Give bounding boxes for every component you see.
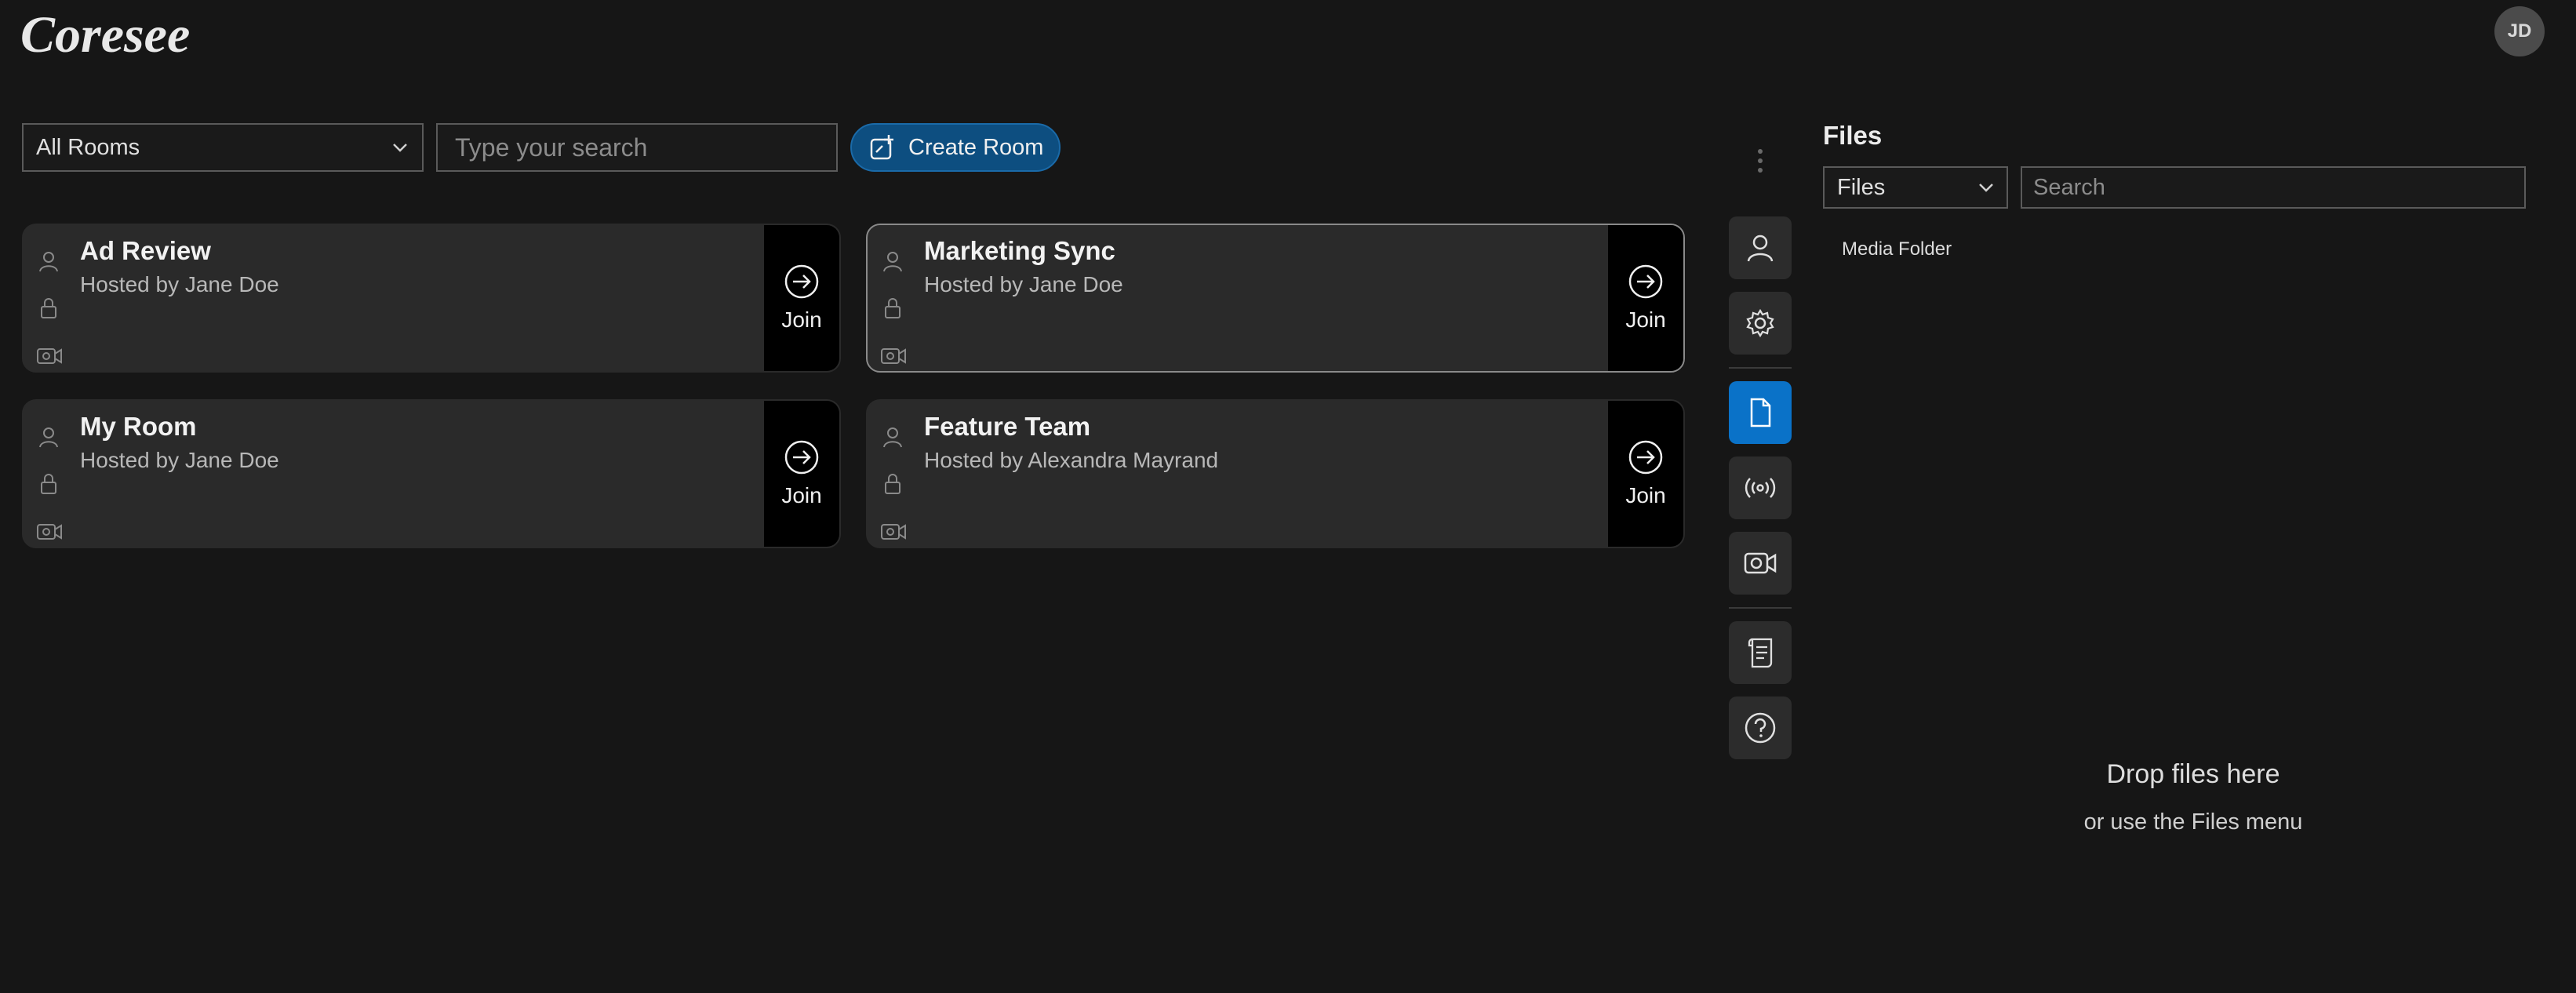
room-title: Marketing Sync bbox=[924, 236, 1115, 265]
files-panel-title: Files bbox=[1823, 121, 1883, 150]
camera-icon bbox=[36, 522, 63, 546]
join-button[interactable]: Join bbox=[1608, 225, 1683, 371]
more-options-icon[interactable] bbox=[1754, 147, 1766, 178]
room-host: Hosted by Jane Doe bbox=[80, 448, 279, 472]
rail-settings-button[interactable] bbox=[1729, 292, 1792, 355]
camera-icon bbox=[36, 346, 63, 370]
camera-icon bbox=[1744, 552, 1777, 574]
avatar[interactable]: JD bbox=[2494, 6, 2545, 56]
room-host: Hosted by Alexandra Mayrand bbox=[924, 448, 1219, 472]
chevron-down-icon bbox=[1979, 184, 1993, 192]
person-icon bbox=[36, 249, 61, 278]
files-filter-select[interactable]: Files bbox=[1823, 166, 2008, 209]
file-icon bbox=[1750, 398, 1771, 427]
user-icon bbox=[1747, 235, 1774, 262]
lock-icon bbox=[880, 471, 905, 500]
rail-scroll-button[interactable] bbox=[1729, 621, 1792, 684]
join-label: Join bbox=[781, 307, 822, 332]
scroll-icon bbox=[1748, 638, 1773, 668]
room-card[interactable]: My Room Hosted by Jane Doe Join bbox=[22, 399, 841, 548]
lock-icon bbox=[36, 296, 61, 325]
arrow-right-circle-icon bbox=[784, 264, 819, 299]
drop-zone-title: Drop files here bbox=[2106, 759, 2280, 789]
files-filter-value: Files bbox=[1837, 174, 1886, 200]
room-title: Feature Team bbox=[924, 412, 1091, 441]
join-label: Join bbox=[1625, 483, 1666, 507]
arrow-right-circle-icon bbox=[1628, 264, 1663, 299]
rooms-filter-value: All Rooms bbox=[36, 134, 140, 160]
room-card[interactable]: Feature Team Hosted by Alexandra Mayrand… bbox=[866, 399, 1685, 548]
chevron-down-icon bbox=[393, 144, 407, 152]
arrow-right-circle-icon bbox=[1628, 440, 1663, 475]
rail-divider bbox=[1729, 607, 1792, 609]
rail-user-button[interactable] bbox=[1729, 216, 1792, 279]
lock-icon bbox=[36, 471, 61, 500]
rail-files-button[interactable] bbox=[1729, 381, 1792, 444]
arrow-right-circle-icon bbox=[784, 440, 819, 475]
avatar-initials: JD bbox=[2507, 20, 2532, 42]
drop-zone-subtitle: or use the Files menu bbox=[2083, 809, 2303, 835]
lock-icon bbox=[880, 296, 905, 325]
rail-divider bbox=[1729, 367, 1792, 369]
rail-help-button[interactable] bbox=[1729, 697, 1792, 759]
camera-icon bbox=[880, 522, 907, 546]
room-card[interactable]: Marketing Sync Hosted by Jane Doe Join bbox=[866, 224, 1685, 373]
room-card[interactable]: Ad Review Hosted by Jane Doe Join bbox=[22, 224, 841, 373]
join-button[interactable]: Join bbox=[764, 401, 839, 547]
help-icon bbox=[1745, 712, 1776, 744]
person-icon bbox=[880, 249, 905, 278]
rail-broadcast-button[interactable] bbox=[1729, 456, 1792, 519]
rooms-filter-select[interactable]: All Rooms bbox=[22, 123, 424, 172]
app-logo: Coresee bbox=[20, 3, 209, 67]
gear-icon bbox=[1746, 308, 1774, 338]
files-search-input[interactable] bbox=[2021, 166, 2526, 209]
rail-camera-button[interactable] bbox=[1729, 532, 1792, 595]
join-label: Join bbox=[781, 483, 822, 507]
join-button[interactable]: Join bbox=[764, 225, 839, 371]
room-title: Ad Review bbox=[80, 236, 211, 265]
logo-text: Coresee bbox=[20, 6, 190, 63]
join-button[interactable]: Join bbox=[1608, 401, 1683, 547]
camera-icon bbox=[880, 346, 907, 370]
broadcast-icon bbox=[1745, 478, 1776, 498]
room-host: Hosted by Jane Doe bbox=[924, 272, 1123, 296]
join-label: Join bbox=[1625, 307, 1666, 332]
room-title: My Room bbox=[80, 412, 197, 441]
file-list-item[interactable]: Media Folder bbox=[1842, 238, 1952, 260]
create-room-button[interactable]: Create Room bbox=[850, 123, 1061, 172]
room-search-input[interactable] bbox=[436, 123, 838, 172]
create-room-icon bbox=[870, 135, 893, 160]
person-icon bbox=[880, 424, 905, 453]
person-icon bbox=[36, 424, 61, 453]
room-host: Hosted by Jane Doe bbox=[80, 272, 279, 296]
create-room-label: Create Room bbox=[908, 134, 1044, 160]
